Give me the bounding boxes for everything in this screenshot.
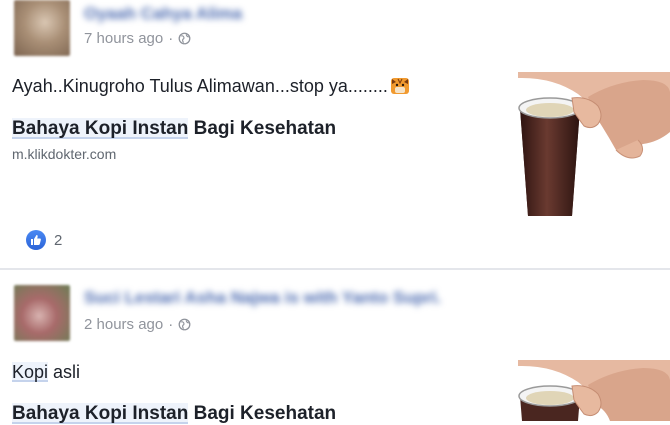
reactions[interactable]: 2 bbox=[26, 230, 62, 250]
link-title[interactable]: Bahaya Kopi Instan Bagi Kesehatan bbox=[12, 403, 336, 425]
coffee-cup-image bbox=[518, 72, 670, 218]
globe-icon[interactable] bbox=[178, 32, 191, 45]
author-name[interactable]: Suci Lestari Asha Najwa is with Yanto Su… bbox=[84, 288, 441, 308]
post-2: Suci Lestari Asha Najwa is with Yanto Su… bbox=[0, 270, 670, 424]
link-title-highlight[interactable]: Bahaya Kopi Instan bbox=[12, 118, 189, 139]
post-timestamp[interactable]: 7 hours ago bbox=[84, 30, 163, 47]
meta-separator: · bbox=[168, 316, 174, 333]
post-timestamp[interactable]: 2 hours ago bbox=[84, 316, 163, 333]
link-title[interactable]: Bahaya Kopi Instan Bagi Kesehatan bbox=[12, 118, 336, 140]
post-text: Kopi asli bbox=[12, 362, 80, 383]
tiger-face-icon bbox=[390, 78, 409, 94]
post-text: Ayah..Kinugroho Tulus Alimawan...stop ya… bbox=[12, 76, 410, 97]
meta-separator: · bbox=[168, 30, 174, 47]
link-domain[interactable]: m.klikdokter.com bbox=[12, 146, 116, 162]
post-text-highlight[interactable]: Kopi bbox=[12, 362, 49, 382]
like-count[interactable]: 2 bbox=[54, 232, 62, 249]
post-1: Oyaah Cahya Alima 7 hours ago · Ayah..Ki… bbox=[0, 0, 670, 268]
post-meta: 2 hours ago · bbox=[84, 316, 191, 333]
post-text-content: Ayah..Kinugroho Tulus Alimawan...stop ya… bbox=[12, 76, 388, 96]
link-thumbnail[interactable] bbox=[518, 72, 670, 218]
author-name[interactable]: Oyaah Cahya Alima bbox=[84, 4, 242, 24]
post-text-rest: asli bbox=[48, 362, 81, 382]
link-thumbnail[interactable] bbox=[518, 360, 670, 421]
link-title-rest[interactable]: Bagi Kesehatan bbox=[188, 118, 337, 139]
post-meta: 7 hours ago · bbox=[84, 30, 191, 47]
author-avatar[interactable] bbox=[14, 285, 70, 341]
coffee-cup-image bbox=[518, 360, 670, 421]
author-avatar[interactable] bbox=[14, 0, 70, 56]
like-icon[interactable] bbox=[26, 230, 46, 250]
globe-icon[interactable] bbox=[178, 318, 191, 331]
